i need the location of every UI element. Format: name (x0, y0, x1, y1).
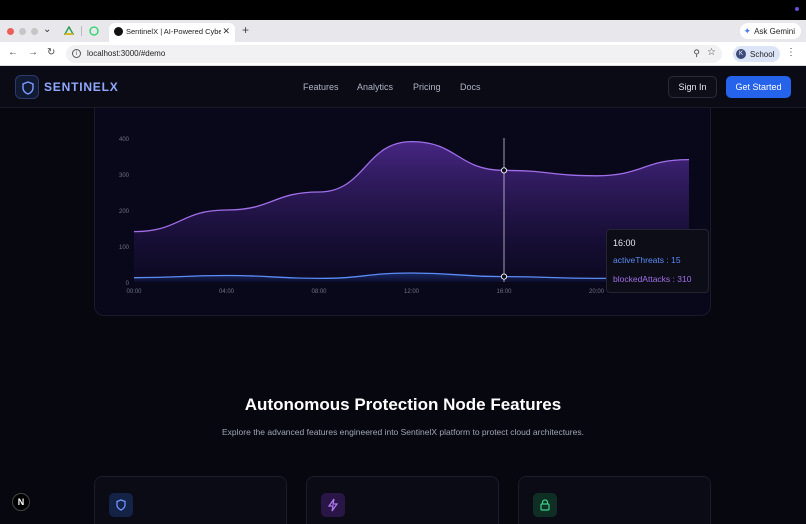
nav-docs[interactable]: Docs (460, 82, 481, 92)
blockedAttacks-active-point (500, 167, 508, 174)
sentinelx-favicon-icon (114, 27, 123, 36)
tooltip-active-threats: activeThreats : 15 (613, 255, 681, 265)
brand-name[interactable]: SENTINELX (44, 80, 119, 94)
tab-title: SentinelX | AI-Powered Cyber (126, 27, 221, 36)
gemini-sparkle-icon: ✦ (743, 25, 752, 36)
status-dot (795, 7, 799, 11)
sign-in-button[interactable]: Sign In (668, 76, 717, 98)
ask-gemini-label: Ask Gemini (754, 26, 795, 36)
y-tick-label: 400 (119, 137, 130, 143)
browser-tabstrip: ⌄ SentinelX | AI-Powered Cyber ✕ + ✦ Ask … (0, 20, 806, 42)
maximize-window-button[interactable] (31, 28, 38, 35)
whatsapp-icon[interactable] (89, 26, 99, 36)
y-tick-label: 0 (126, 281, 130, 287)
reload-icon[interactable]: ↻ (47, 47, 55, 58)
tab-active[interactable]: SentinelX | AI-Powered Cyber ✕ (109, 23, 235, 42)
nav-pricing[interactable]: Pricing (413, 82, 441, 92)
bookmark-star-icon[interactable]: ☆ (707, 47, 716, 58)
site-header: SENTINELX Features Analytics Pricing Doc… (0, 66, 806, 108)
omnibox[interactable]: i localhost:3000/#demo ⚲ ☆ (66, 45, 722, 63)
url-text[interactable]: localhost:3000/#demo (87, 49, 165, 58)
forward-arrow-icon[interactable]: → (28, 47, 38, 58)
activeThreats-active-point (500, 273, 508, 280)
features-title: Autonomous Protection Node Features (244, 395, 562, 414)
page-viewport: 0 100 200 300 400 00:00 04:00 08:00 12:00 16:00 20… (0, 66, 806, 524)
nextjs-dev-icon[interactable]: N (12, 493, 30, 511)
tooltip-time: 16:00 (613, 238, 636, 248)
back-arrow-icon[interactable]: ← (8, 47, 18, 58)
drive-icon[interactable] (64, 26, 74, 36)
close-tab-icon[interactable]: ✕ (222, 26, 230, 37)
lock-icon (533, 493, 557, 517)
features-subtitle: Explore the advanced features engineered… (222, 427, 584, 437)
site-info-icon[interactable]: i (72, 49, 81, 58)
profile-label: School (750, 49, 775, 59)
analytics-chart-card: 0 100 200 300 400 00:00 04:00 08:00 12:00 16:00 20… (94, 96, 711, 316)
shield-icon (109, 493, 133, 517)
tab-search-chevron-icon[interactable]: ⌄ (43, 24, 51, 35)
y-tick-label: 200 (119, 209, 130, 215)
chart-tooltip: 16:00 activeThreats : 15 blockedAttacks … (606, 229, 709, 293)
os-menu-bar (0, 0, 806, 20)
profile-chip[interactable]: K School (733, 46, 781, 62)
nav-features[interactable]: Features (303, 82, 339, 92)
y-tick-label: 300 (119, 173, 130, 179)
zoom-icon[interactable]: ⚲ (693, 48, 700, 59)
x-tick-label: 12:00 (404, 289, 420, 295)
feature-card[interactable] (306, 476, 499, 524)
ask-gemini-button[interactable]: ✦ Ask Gemini (739, 23, 801, 39)
x-tick-label: 04:00 (219, 289, 235, 295)
profile-avatar: K (736, 49, 746, 59)
lightning-icon (321, 493, 345, 517)
x-tick-label: 08:00 (311, 289, 327, 295)
x-tick-label: 00:00 (126, 289, 142, 295)
y-tick-label: 100 (119, 245, 130, 251)
feature-card[interactable] (94, 476, 287, 524)
feature-card[interactable] (518, 476, 711, 524)
nav-analytics[interactable]: Analytics (357, 82, 393, 92)
tooltip-blocked-attacks: blockedAttacks : 310 (613, 274, 692, 284)
minimize-window-button[interactable] (19, 28, 26, 35)
close-window-button[interactable] (7, 28, 14, 35)
new-tab-icon[interactable]: + (242, 23, 249, 37)
address-bar-row: ← → ↻ i localhost:3000/#demo ⚲ ☆ K School… (0, 42, 806, 66)
tab-divider (81, 26, 82, 36)
get-started-button[interactable]: Get Started (726, 76, 791, 98)
x-tick-label: 16:00 (496, 289, 512, 295)
x-tick-label: 20:00 (589, 289, 605, 295)
shield-logo-icon[interactable] (15, 75, 39, 99)
browser-menu-icon[interactable]: ⋮ (786, 47, 796, 58)
